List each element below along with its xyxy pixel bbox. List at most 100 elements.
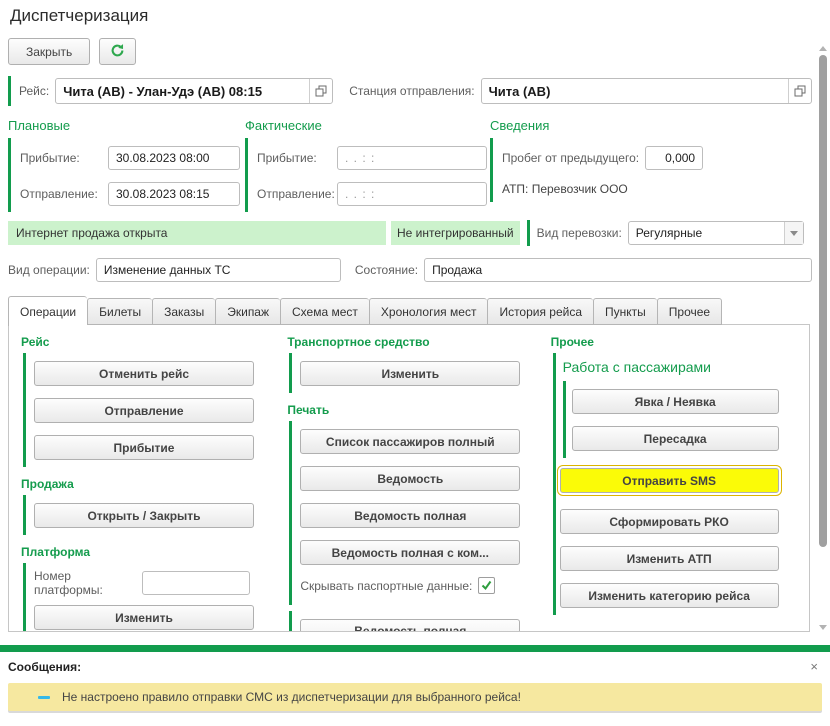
scroll-up-icon[interactable]: [819, 46, 827, 51]
state-label: Состояние:: [355, 263, 418, 277]
hide-passport-label: Скрывать паспортные данные:: [300, 579, 472, 593]
tab-operations[interactable]: Операции: [8, 296, 87, 326]
message-item[interactable]: Не настроено правило отправки СМС из дис…: [8, 683, 822, 711]
refresh-button[interactable]: [99, 38, 136, 65]
arrival-button[interactable]: Прибытие: [34, 435, 254, 460]
operation-kind-label: Вид операции:: [8, 263, 90, 277]
departure-button[interactable]: Отправление: [34, 398, 254, 423]
planned-departure-input[interactable]: 30.08.2023 08:15: [108, 182, 240, 206]
vedomost-full-comment-button[interactable]: Ведомость полная с ком...: [300, 540, 520, 565]
operation-kind-input[interactable]: Изменение данных ТС: [96, 258, 341, 282]
tab-seat-history[interactable]: Хронология мест: [369, 298, 488, 325]
send-sms-button[interactable]: Отправить SMS: [560, 468, 779, 493]
station-label: Станция отправления:: [349, 84, 474, 98]
tab-strip: Операции Билеты Заказы Экипаж Схема мест…: [8, 296, 722, 326]
messages-divider: [0, 645, 830, 652]
tab-crew[interactable]: Экипаж: [215, 298, 280, 325]
vehicle-print-column: Транспортное средство Изменить Печать Сп…: [287, 333, 550, 632]
transport-kind-value: Регулярные: [629, 226, 784, 240]
planned-departure-label: Отправление:: [20, 187, 108, 201]
vertical-scrollbar[interactable]: [817, 44, 829, 632]
tab-other[interactable]: Прочее: [657, 298, 722, 325]
tab-seat-map[interactable]: Схема мест: [280, 298, 369, 325]
tab-trip-history[interactable]: История рейса: [487, 298, 593, 325]
close-form-button[interactable]: Закрыть: [8, 38, 90, 65]
integration-status: Не интегрированный: [391, 221, 520, 245]
platform-number-input[interactable]: [142, 571, 250, 595]
operation-kind-value: Изменение данных ТС: [97, 263, 340, 277]
actual-section: Фактические Прибытие: . . : : Отправлени…: [245, 118, 490, 212]
passengers-group-title: Работа с пассажирами: [563, 359, 809, 375]
dispatch-window: Диспетчеризация Закрыть Рейс: Чита (АВ) …: [0, 0, 830, 726]
scroll-down-icon[interactable]: [819, 625, 827, 630]
route-input[interactable]: Чита (АВ) - Улан-Удэ (АВ) 08:15: [55, 78, 333, 104]
actual-title: Фактические: [245, 118, 490, 133]
close-messages-icon[interactable]: ×: [806, 659, 822, 674]
change-trip-category-button[interactable]: Изменить категорию рейса: [560, 583, 779, 608]
transport-kind-select[interactable]: Регулярные: [628, 221, 804, 245]
tab-points[interactable]: Пункты: [593, 298, 657, 325]
show-noshow-button[interactable]: Явка / Неявка: [572, 389, 779, 414]
planned-arrival-label: Прибытие:: [20, 151, 108, 165]
other-group-title: Прочее: [551, 335, 809, 349]
change-vehicle-button[interactable]: Изменить: [300, 361, 520, 386]
message-text: Не настроено правило отправки СМС из дис…: [62, 690, 521, 704]
internet-sale-status: Интернет продажа открыта: [8, 221, 386, 245]
actual-arrival-input[interactable]: . . : :: [337, 146, 487, 170]
vedomost-grouped-button[interactable]: Ведомость полная (с группировкой по стан…: [300, 619, 520, 632]
actual-departure-label: Отправление:: [257, 187, 337, 201]
route-value: Чита (АВ) - Улан-Удэ (АВ) 08:15: [56, 84, 309, 99]
planned-arrival-input[interactable]: 30.08.2023 08:00: [108, 146, 240, 170]
chevron-down-icon[interactable]: [784, 222, 803, 244]
create-rko-button[interactable]: Сформировать РКО: [560, 509, 779, 534]
operation-row: Вид операции: Изменение данных ТС Состоя…: [8, 257, 812, 283]
actual-arrival-mask: . . : :: [338, 151, 486, 165]
station-input[interactable]: Чита (АВ): [481, 78, 812, 104]
print-group-title: Печать: [287, 403, 550, 417]
station-open-icon[interactable]: [788, 79, 811, 103]
platform-group-title: Платформа: [21, 545, 287, 559]
planned-arrival-value: 30.08.2023 08:00: [109, 151, 239, 165]
trip-column: Рейс Отменить рейс Отправление Прибытие …: [21, 333, 287, 632]
actual-departure-input[interactable]: . . : :: [337, 182, 487, 206]
toolbar: Закрыть: [8, 38, 136, 65]
other-column: Прочее Работа с пассажирами Явка / Неявк…: [551, 333, 809, 632]
message-dash-icon: [38, 696, 50, 699]
route-row: Рейс: Чита (АВ) - Улан-Удэ (АВ) 08:15 Ст…: [8, 76, 812, 106]
platform-number-label: Номер платформы:: [34, 569, 110, 597]
change-atp-button[interactable]: Изменить АТП: [560, 546, 779, 571]
status-row: Интернет продажа открыта Не интегрирован…: [8, 220, 812, 246]
route-open-icon[interactable]: [309, 79, 332, 103]
cancel-trip-button[interactable]: Отменить рейс: [34, 361, 254, 386]
actual-departure-mask: . . : :: [338, 187, 486, 201]
open-close-sale-button[interactable]: Открыть / Закрыть: [34, 503, 254, 528]
group-accent-bar: [527, 220, 530, 246]
scrollbar-thumb[interactable]: [819, 55, 827, 547]
group-accent-bar: [8, 76, 11, 106]
trip-group-title: Рейс: [21, 335, 287, 349]
sale-group-title: Продажа: [21, 477, 287, 491]
info-title: Сведения: [490, 118, 812, 133]
tab-tickets[interactable]: Билеты: [87, 298, 152, 325]
mileage-input[interactable]: 0,000: [645, 146, 703, 170]
atp-text: АТП: Перевозчик ООО: [502, 182, 628, 196]
vedomost-button[interactable]: Ведомость: [300, 466, 520, 491]
messages-title: Сообщения:: [8, 660, 81, 674]
transfer-button[interactable]: Пересадка: [572, 426, 779, 451]
messages-header: Сообщения: ×: [8, 659, 822, 674]
operations-tab-panel: Рейс Отменить рейс Отправление Прибытие …: [8, 324, 810, 632]
info-section: Сведения Пробег от предыдущего: 0,000 АТ…: [490, 118, 812, 212]
planned-section: Плановые Прибытие: 30.08.2023 08:00 Отпр…: [8, 118, 245, 212]
planned-title: Плановые: [8, 118, 245, 133]
mileage-value: 0,000: [646, 151, 702, 165]
change-platform-button[interactable]: Изменить: [34, 605, 254, 630]
planned-departure-value: 30.08.2023 08:15: [109, 187, 239, 201]
tab-orders[interactable]: Заказы: [152, 298, 215, 325]
state-input[interactable]: Продажа: [424, 258, 812, 282]
hide-passport-checkbox[interactable]: [478, 577, 495, 594]
vedomost-full-button[interactable]: Ведомость полная: [300, 503, 520, 528]
page-title: Диспетчеризация: [10, 6, 148, 26]
station-value: Чита (АВ): [482, 84, 788, 99]
passenger-list-full-button[interactable]: Список пассажиров полный: [300, 429, 520, 454]
route-label: Рейс:: [19, 84, 49, 98]
